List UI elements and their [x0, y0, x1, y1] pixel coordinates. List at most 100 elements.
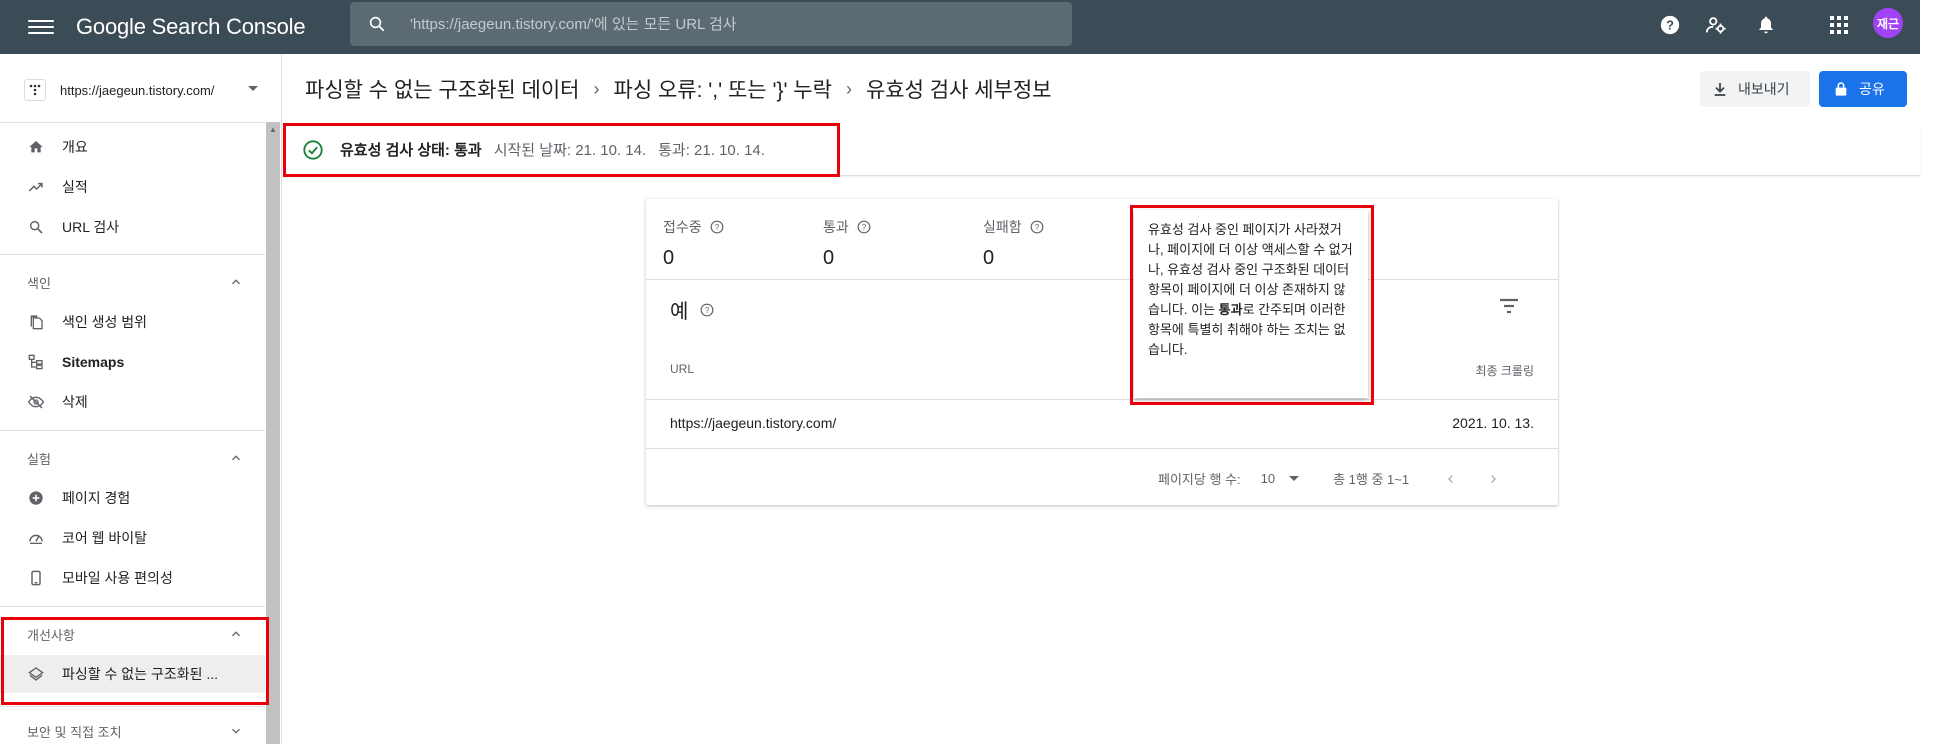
svg-text:?: ?	[861, 223, 866, 232]
chevron-up-icon	[232, 279, 240, 285]
smartphone-icon	[27, 569, 45, 587]
svg-text:?: ?	[1034, 223, 1039, 232]
validation-pass-date: 통과: 21. 10. 14.	[658, 142, 765, 159]
section-experience-header[interactable]: 실험	[0, 443, 265, 473]
export-button[interactable]: 내보내기	[1700, 71, 1810, 107]
examples-title: 예 ?	[670, 295, 714, 324]
rows-per-page-label: 페이지당 행 수:	[1158, 472, 1241, 487]
rows-per-page-value: 10	[1260, 471, 1276, 486]
sidebar-item-coverage[interactable]: 색인 생성 범위	[0, 303, 265, 341]
stat-pending: 접수중 ? 0	[663, 217, 724, 270]
share-button[interactable]: 공유	[1819, 71, 1907, 107]
sidebar-item-unparsable-structured-data[interactable]: 파싱할 수 없는 구조화된 ...	[0, 655, 265, 693]
lock-icon	[1835, 82, 1847, 96]
breadcrumb-item-validation-details: 유효성 검사 세부정보	[865, 79, 1052, 102]
rows-per-page-select[interactable]: 10	[1260, 471, 1300, 486]
sidebar-item-performance[interactable]: 실적	[0, 168, 265, 206]
section-title: 실험	[27, 451, 51, 467]
speed-gauge-icon	[27, 529, 45, 547]
pagination-range: 총 1행 중 1~1	[1333, 472, 1410, 487]
sidebar-item-label: Sitemaps	[62, 354, 125, 370]
sidebar-item-page-experience[interactable]: 페이지 경험	[0, 479, 265, 517]
sidebar-item-label: 모바일 사용 편의성	[62, 570, 173, 586]
account-avatar[interactable]: 재근	[1873, 8, 1903, 38]
validation-status: 유효성 검사 상태: 통과	[340, 142, 482, 159]
svg-text:?: ?	[714, 223, 719, 232]
export-label: 내보내기	[1738, 81, 1790, 97]
property-selector[interactable]: https://jaegeun.tistory.com/	[24, 72, 270, 108]
chevron-up-icon	[232, 631, 240, 637]
stat-value: 0	[823, 247, 835, 269]
sidebar: https://jaegeun.tistory.com/ ▲ 개요 실적 URL…	[0, 54, 282, 744]
file-copy-icon	[27, 313, 45, 331]
passed-info-tooltip: 유효성 검사 중인 페이지가 사라졌거나, 페이지에 더 이상 액세스할 수 없…	[1134, 210, 1368, 398]
top-app-bar: Google Search Console ? 재근	[0, 0, 1920, 54]
sidebar-item-mobile-usability[interactable]: 모바일 사용 편의성	[0, 559, 265, 597]
breadcrumb: 파싱할 수 없는 구조화된 데이터 › 파싱 오류: ',' 또는 '}' 누락…	[305, 74, 1052, 104]
column-header-url[interactable]: URL	[670, 362, 694, 376]
sidebar-item-label: 코어 웹 바이탈	[62, 530, 148, 546]
sidebar-item-url-inspection[interactable]: URL 검사	[0, 208, 265, 246]
column-header-last-crawl[interactable]: 최종 크롤링	[1475, 362, 1534, 379]
search-icon	[27, 218, 45, 236]
search-icon	[369, 16, 385, 32]
chevron-down-icon	[248, 86, 258, 91]
examples-title-text: 예	[670, 301, 689, 323]
stat-label: 접수중	[663, 219, 702, 235]
validation-start-date: 시작된 날짜: 21. 10. 14.	[493, 142, 647, 159]
tooltip-text-2: 이는	[1191, 302, 1219, 317]
help-outline-icon[interactable]: ?	[1030, 220, 1044, 234]
chevron-up-icon	[232, 455, 240, 461]
sidebar-item-overview[interactable]: 개요	[0, 128, 265, 166]
check-circle-icon	[303, 139, 323, 160]
help-outline-icon[interactable]: ?	[700, 303, 714, 317]
svg-text:?: ?	[705, 305, 710, 314]
share-label: 공유	[1859, 81, 1885, 97]
stat-label: 통과	[823, 219, 849, 235]
app-title: Google Search Console	[76, 14, 306, 39]
breadcrumb-item-parsing-error[interactable]: 파싱 오류: ',' 또는 '}' 누락	[614, 74, 832, 104]
table-row-url[interactable]: https://jaegeun.tistory.com/	[670, 415, 836, 431]
trending-up-icon	[27, 178, 45, 196]
sidebar-item-label: 파싱할 수 없는 구조화된 ...	[62, 666, 219, 682]
chevron-right-icon[interactable]	[1487, 473, 1499, 485]
help-icon[interactable]: ?	[1657, 12, 1683, 38]
url-inspect-search[interactable]	[350, 2, 1072, 46]
sidebar-item-label: 색인 생성 범위	[62, 314, 148, 330]
sidebar-item-label: URL 검사	[62, 219, 120, 235]
layers-icon	[27, 665, 45, 683]
filter-icon[interactable]	[1498, 297, 1520, 315]
section-title: 보안 및 직접 조치	[27, 724, 122, 740]
validation-details-card: 접수중 ? 0 통과 ? 0 실패함 ? 0 예 ? URL 최종 크롤링 ht…	[646, 199, 1558, 505]
sidebar-item-label: 실적	[62, 179, 88, 195]
help-outline-icon[interactable]: ?	[857, 220, 871, 234]
sidebar-item-removals[interactable]: 삭제	[0, 383, 265, 421]
validation-status-bar: 유효성 검사 상태: 통과 시작된 날짜: 21. 10. 14. 통과: 21…	[282, 124, 1920, 176]
manage-users-icon[interactable]	[1703, 12, 1729, 38]
menu-icon[interactable]	[28, 17, 54, 37]
stat-failed: 실패함 ? 0	[983, 217, 1044, 270]
search-input[interactable]	[410, 15, 1030, 33]
chevron-left-icon[interactable]	[1445, 473, 1457, 485]
download-icon	[1714, 83, 1726, 96]
property-favicon-icon	[24, 79, 46, 101]
chevron-right-icon: ›	[593, 78, 600, 99]
stat-value: 0	[983, 247, 995, 269]
help-outline-icon[interactable]: ?	[710, 220, 724, 234]
stat-passed: 통과 ? 0	[823, 217, 871, 270]
sidebar-scrollbar[interactable]	[266, 122, 280, 744]
add-circle-icon	[27, 489, 45, 507]
chevron-right-icon: ›	[845, 78, 852, 99]
section-enhancements-header[interactable]: 개선사항	[0, 619, 265, 649]
sidebar-item-core-web-vitals[interactable]: 코어 웹 바이탈	[0, 519, 265, 557]
stat-label: 실패함	[983, 219, 1022, 235]
section-index-header[interactable]: 색인	[0, 267, 265, 297]
notifications-icon[interactable]	[1753, 12, 1779, 38]
section-security-header[interactable]: 보안 및 직접 조치	[0, 716, 265, 744]
apps-grid-icon[interactable]	[1826, 12, 1852, 38]
breadcrumb-item-unparsable-data[interactable]: 파싱할 수 없는 구조화된 데이터	[305, 74, 580, 104]
table-row-last-crawl: 2021. 10. 13.	[1452, 415, 1534, 431]
scroll-up-arrow-icon[interactable]: ▲	[266, 124, 280, 134]
chevron-down-icon	[232, 728, 240, 734]
sidebar-item-sitemaps[interactable]: Sitemaps	[0, 343, 265, 381]
